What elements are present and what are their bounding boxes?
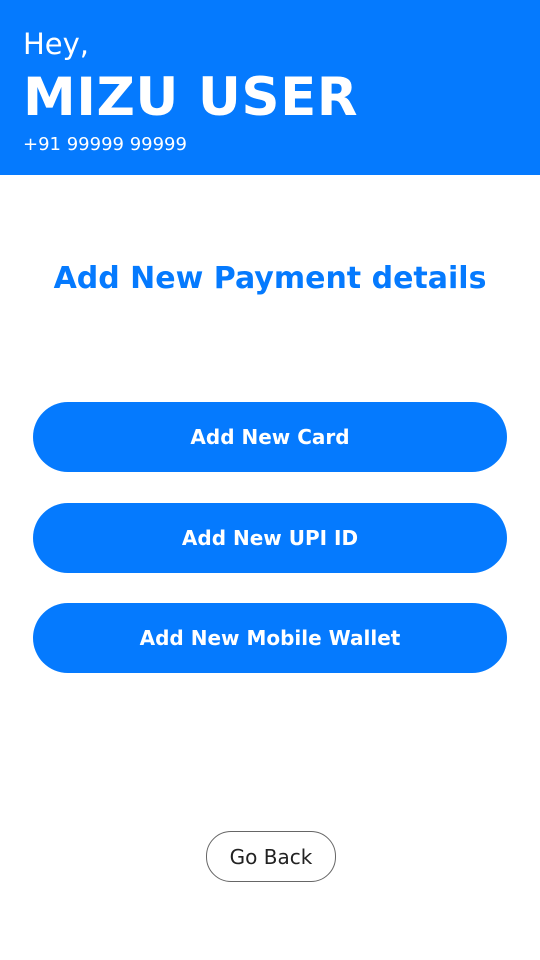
page-title: Add New Payment details [53, 261, 487, 296]
go-back-button[interactable]: Go Back [206, 831, 336, 882]
user-name: MIZU USER [23, 67, 359, 128]
add-new-card-button[interactable]: Add New Card [33, 402, 507, 472]
add-new-upi-id-button[interactable]: Add New UPI ID [33, 503, 507, 573]
greeting-text: Hey, [23, 27, 90, 61]
user-phone: +91 99999 99999 [23, 134, 187, 155]
add-new-mobile-wallet-button[interactable]: Add New Mobile Wallet [33, 603, 507, 673]
user-header: Hey, MIZU USER +91 99999 99999 [0, 0, 540, 175]
